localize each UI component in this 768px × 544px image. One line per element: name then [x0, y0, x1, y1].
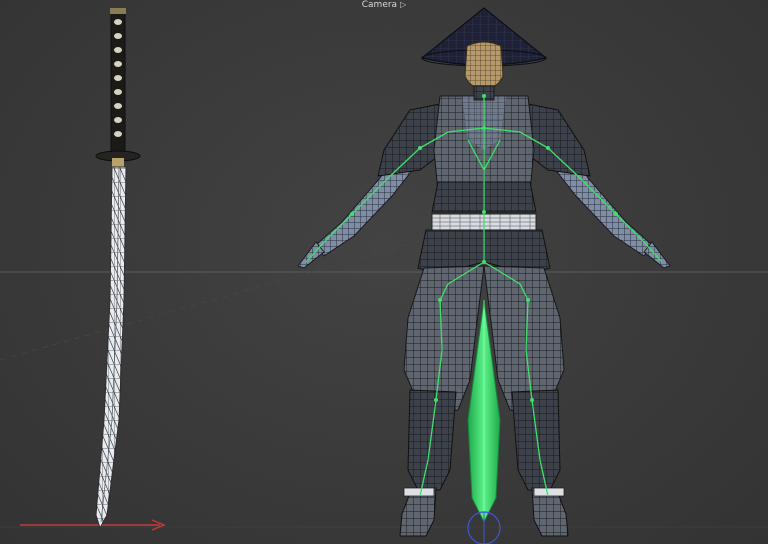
- root-gizmo[interactable]: [467, 511, 501, 544]
- scene-canvas[interactable]: [0, 0, 768, 544]
- x-axis-arrow: [20, 519, 166, 531]
- katana-model[interactable]: [95, 8, 141, 530]
- 3d-viewport[interactable]: Camera ▷: [0, 0, 768, 544]
- katana-handle-wrap: [114, 19, 122, 137]
- character-head: [464, 41, 504, 91]
